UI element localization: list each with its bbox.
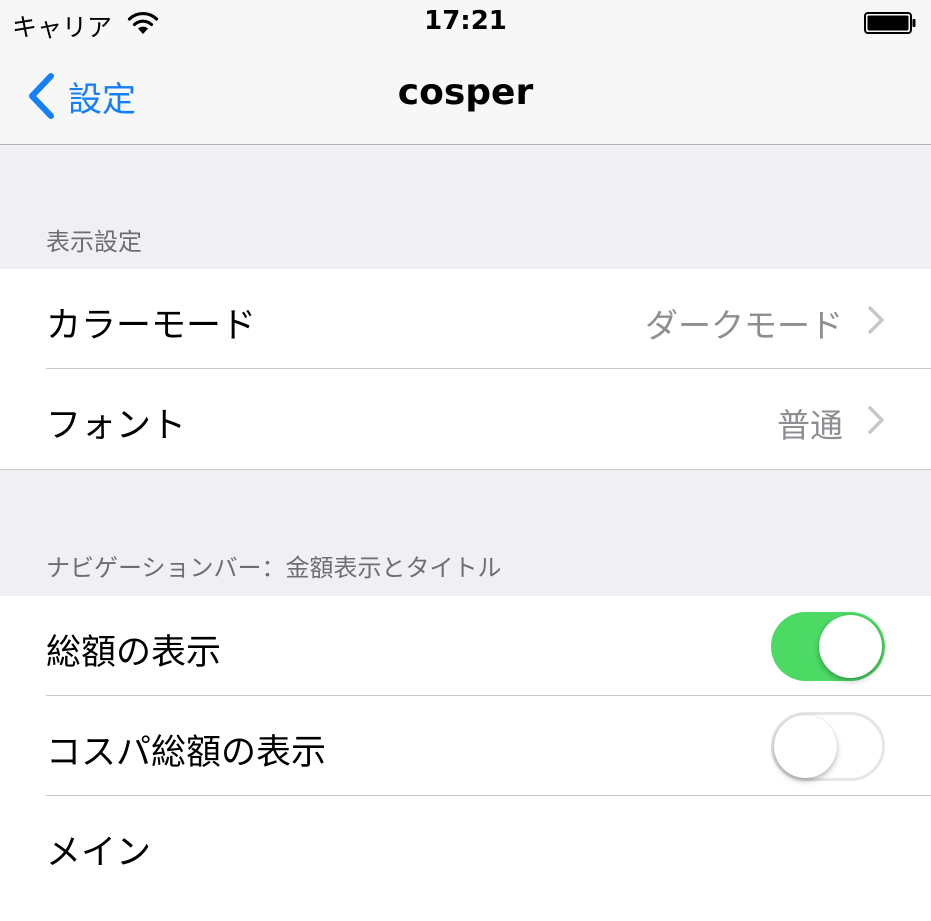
main-label: メイン [46,833,152,873]
color-mode-label: カラーモード [46,306,257,346]
color-mode-row[interactable]: カラーモード ダークモード [0,269,931,369]
toggle-knob [819,615,882,678]
font-label: フォント [46,406,187,446]
section-header-display: 表示設定 [46,228,142,256]
battery-icon [864,12,916,34]
chevron-right-icon [868,406,884,434]
font-row[interactable]: フォント 普通 [0,369,931,469]
total-display-row: 総額の表示 [0,596,931,696]
cospa-total-display-row: コスパ総額の表示 [0,696,931,796]
main-row[interactable]: メイン [0,796,931,896]
navigation-bar: 設定 cosper [0,46,931,145]
font-value: 普通 [777,406,843,445]
status-bar: キャリア 17:21 [0,0,931,46]
settings-group-navigation-bar: 総額の表示 コスパ総額の表示 メイン [0,596,931,921]
cospa-total-display-label: コスパ総額の表示 [46,733,327,773]
group-bottom-border [0,469,931,470]
page-title: cosper [397,72,534,113]
total-display-toggle[interactable] [771,612,885,681]
status-time: 17:21 [424,6,507,36]
total-display-label: 総額の表示 [46,633,222,673]
settings-group-display: カラーモード ダークモード フォント 普通 [0,269,931,469]
color-mode-value: ダークモード [645,306,843,345]
chevron-right-icon [868,306,884,334]
cospa-total-display-toggle[interactable] [771,712,885,781]
toggle-knob [774,715,837,778]
section-header-navigation-bar: ナビゲーションバー：金額表示とタイトル [46,554,502,582]
